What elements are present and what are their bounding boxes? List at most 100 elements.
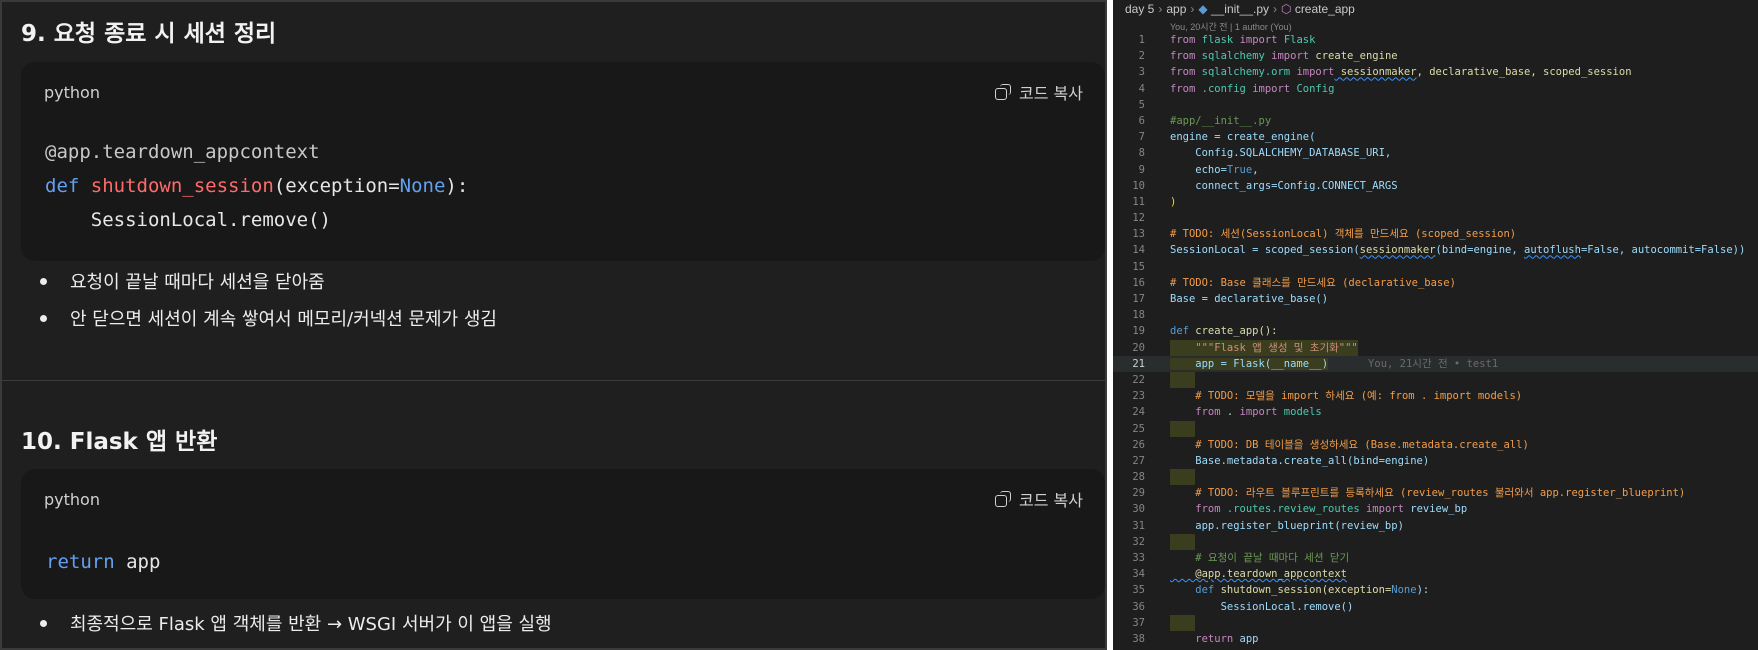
code-comment: # TODO: 라우트 블루프린트를 등록하세요 (review_routes … [1170, 487, 1686, 500]
code-line[interactable]: 35 def shutdown_session(exception=None): [1113, 582, 1758, 598]
code-token: echo= [1170, 163, 1227, 176]
code-token: Flask [1277, 34, 1316, 46]
indent-space [1170, 469, 1196, 486]
code-line[interactable]: 32 [1113, 533, 1758, 551]
line-number: 28 [1132, 471, 1145, 484]
code-keyword: True [1226, 163, 1253, 176]
code-line[interactable]: 12 [1113, 210, 1758, 226]
code-line[interactable]: 19 def create_app(): [1113, 323, 1758, 339]
code-line[interactable]: 4 from .config import Config [1113, 81, 1758, 97]
code-line: @app.teardown_appcontext [45, 141, 320, 163]
code-keyword: import [1296, 66, 1335, 79]
code-line[interactable]: 38 return app [1113, 631, 1758, 647]
code-line[interactable]: 2 from sqlalchemy import create_engine [1113, 48, 1758, 64]
code-comment: # 요청이 끝날 때마다 세션 닫기 [1170, 552, 1350, 564]
line-number: 3 [1138, 66, 1145, 79]
line-number: 24 [1132, 406, 1145, 419]
code-editor[interactable]: day 5 › app › ◆ __init__.py › ⬡ create_app You… [1113, 0, 1758, 650]
code-line[interactable]: 25 [1113, 420, 1758, 437]
code-line[interactable]: 16 # TODO: Base 클래스를 만드세요 (declarative_ba… [1113, 275, 1758, 291]
code-token: app [1233, 632, 1259, 645]
code-line[interactable]: 36 SessionLocal.remove() [1113, 599, 1758, 615]
line-number: 29 [1132, 487, 1145, 500]
code-docstring: """Flask 앱 생성 및 초기화""" [1170, 339, 1358, 356]
code-line[interactable]: 17 Base = declarative_base() [1113, 291, 1758, 307]
code-token: review_bp [1403, 503, 1468, 516]
line-number: 15 [1132, 260, 1145, 273]
line-number: 2 [1138, 50, 1145, 63]
code-line-current[interactable]: 21 app = Flask(__name__) You, 21시간 전 • te… [1113, 355, 1758, 372]
code-comment: #app/__init__.py [1170, 114, 1272, 127]
bullet-text: 요청이 끝날 때마다 세션을 닫아줌 [70, 272, 325, 293]
line-number: 4 [1138, 82, 1145, 95]
chevron-right-icon: › [1273, 2, 1277, 16]
code-line[interactable]: 37 [1113, 614, 1758, 631]
code-keyword: import [1271, 50, 1310, 63]
code-token: =False, autocommit=False)) [1580, 244, 1746, 257]
code-line[interactable]: 18 [1113, 307, 1758, 323]
code-line[interactable]: 14 SessionLocal = scoped_session(sessionm… [1113, 242, 1758, 258]
code-token: ) [1170, 195, 1177, 208]
breadcrumb-folder[interactable]: day 5 [1125, 2, 1154, 16]
code-line[interactable]: 8 Config.SQLALCHEMY_DATABASE_URI, [1113, 145, 1758, 161]
line-number: 7 [1138, 131, 1145, 144]
code-line[interactable]: 1 from flask import Flask [1113, 32, 1758, 48]
line-number: 27 [1132, 454, 1145, 467]
line-number: 10 [1132, 179, 1145, 192]
section-divider [2, 380, 1105, 381]
code-keyword: None [399, 175, 446, 197]
breadcrumb: day 5 › app › ◆ __init__.py › ⬡ create_app [1125, 2, 1355, 16]
line-number: 37 [1132, 616, 1145, 629]
bullet-item: 요청이 끝날 때마다 세션을 닫아줌 [40, 268, 325, 294]
code-keyword: import [1239, 406, 1278, 419]
line-number: 31 [1132, 519, 1145, 532]
code-line[interactable]: 27 Base.metadata.create_all(bind=engine) [1113, 453, 1758, 469]
breadcrumb-symbol[interactable]: create_app [1295, 2, 1355, 16]
code-keyword: import [1365, 503, 1404, 516]
code-line[interactable]: 31 app.register_blueprint(review_bp) [1113, 518, 1758, 534]
code-line[interactable]: 15 [1113, 259, 1758, 275]
code-line[interactable]: 7 engine = create_engine( [1113, 129, 1758, 145]
indent-space [1170, 614, 1196, 631]
code-line[interactable]: 30 from .routes.review_routes import rev… [1113, 501, 1758, 517]
code-line[interactable]: 24 from . import models [1113, 404, 1758, 420]
code-line[interactable]: 5 [1113, 97, 1758, 113]
copy-code-button[interactable]: 코드 복사 [995, 80, 1083, 104]
code-line[interactable]: 3 from sqlalchemy.orm import sessionmaker… [1113, 64, 1758, 80]
line-number: 11 [1132, 195, 1145, 208]
code-line[interactable]: 10 connect_args=Config.CONNECT_ARGS [1113, 178, 1758, 194]
code-line[interactable]: 26 # TODO: DB 테이블을 생성하세요 (Base.metadata.… [1113, 437, 1758, 453]
code-comment: # TODO: DB 테이블을 생성하세요 (Base.metadata.cre… [1170, 438, 1529, 451]
line-number: 36 [1132, 600, 1145, 613]
code-line[interactable]: 33 # 요청이 끝날 때마다 세션 닫기 [1113, 550, 1758, 566]
breadcrumb-subfolder[interactable]: app [1166, 2, 1186, 16]
code-comment: # TODO: Base 클래스를 만드세요 (declarative_base… [1170, 276, 1456, 289]
code-token: ): [1416, 584, 1430, 597]
code-token: , declarative_base, scoped_session [1416, 66, 1632, 79]
code-line[interactable]: 23 # TODO: 모델을 import 하세요 (예: from . imp… [1113, 388, 1758, 404]
line-number: 30 [1132, 503, 1145, 516]
code-line[interactable]: 28 [1113, 469, 1758, 486]
inline-blame[interactable]: You, 21시간 전 • test1 [1368, 358, 1498, 370]
copy-code-button[interactable]: 코드 복사 [995, 487, 1083, 511]
code-line[interactable]: 20 """Flask 앱 생성 및 초기화""" [1113, 339, 1758, 356]
copy-code-label: 코드 복사 [1019, 84, 1083, 103]
code-line[interactable]: 22 [1113, 371, 1758, 389]
code-keyword: def [1170, 584, 1215, 597]
code-keyword: from [1170, 406, 1221, 419]
breadcrumb-file[interactable]: __init__.py [1211, 2, 1269, 16]
code-token: connect_args=Config.CONNECT_ARGS [1170, 179, 1398, 192]
code-keyword: from [1170, 34, 1196, 46]
code-line[interactable]: 9 echo=True, [1113, 162, 1758, 178]
line-number: 14 [1132, 244, 1145, 257]
code-line[interactable]: 13 # TODO: 세션(SessionLocal) 객체를 만드세요 (sco… [1113, 226, 1758, 242]
line-number: 25 [1132, 422, 1145, 435]
code-line[interactable]: 6 #app/__init__.py [1113, 113, 1758, 129]
code-token: Config [1290, 82, 1335, 95]
line-number: 19 [1132, 325, 1145, 338]
code-line[interactable]: 34 @app.teardown_appcontext [1113, 566, 1758, 582]
code-line[interactable]: 29 # TODO: 라우트 블루프린트를 등록하세요 (review_rout… [1113, 485, 1758, 501]
code-token: sessionmaker [1359, 244, 1436, 257]
code-line[interactable]: 11) [1113, 194, 1758, 210]
code-function-name: shutdown_session [90, 175, 274, 197]
